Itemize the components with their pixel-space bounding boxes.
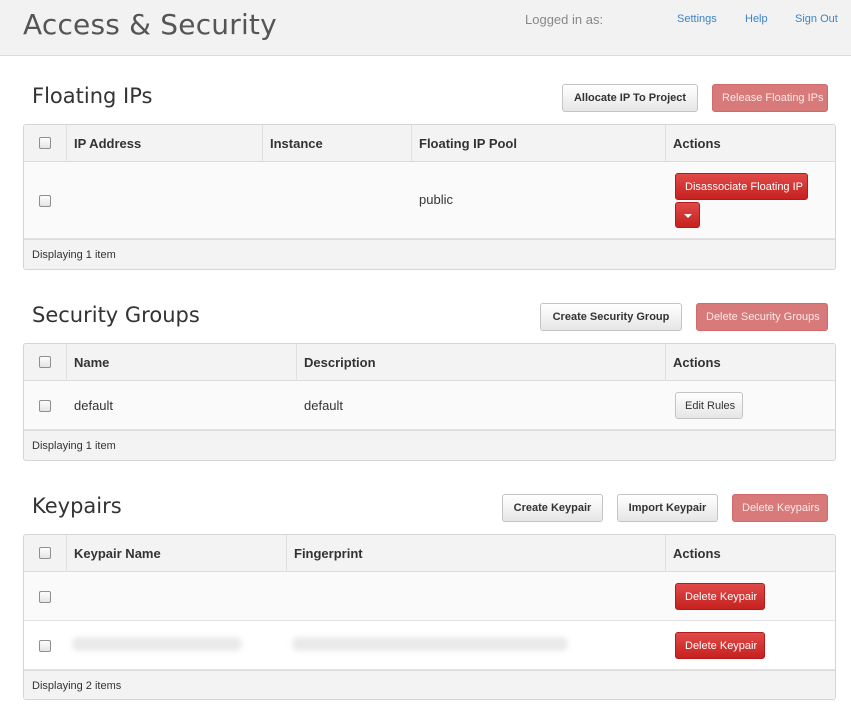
settings-link[interactable]: Settings	[677, 13, 717, 25]
caret-down-icon	[683, 214, 692, 218]
action-dropdown-toggle[interactable]	[675, 202, 700, 228]
allocate-ip-button[interactable]: Allocate IP To Project	[562, 84, 698, 112]
floating-ips-section: Floating IPs Allocate IP To Project Rele…	[23, 84, 836, 270]
disassociate-floating-ip-button[interactable]: Disassociate Floating IP	[675, 173, 808, 200]
page-title: Access & Security	[23, 8, 277, 41]
edit-rules-button[interactable]: Edit Rules	[675, 392, 743, 419]
delete-keypair-button[interactable]: Delete Keypair	[675, 632, 765, 659]
table-row: Delete Keypair	[24, 621, 835, 670]
row-checkbox[interactable]	[39, 400, 51, 412]
table-row: default default Edit Rules	[24, 381, 835, 430]
table-footer: Displaying 1 item	[24, 430, 835, 460]
table-header: Keypair Name Fingerprint Actions	[24, 535, 835, 572]
security-group-name: default	[74, 398, 114, 413]
column-instance[interactable]: Instance	[262, 125, 323, 162]
select-all-checkbox[interactable]	[39, 356, 51, 368]
security-groups-section: Security Groups Create Security Group De…	[23, 303, 836, 461]
select-all-checkbox[interactable]	[39, 137, 51, 149]
top-bar: Access & Security Logged in as: Settings…	[0, 0, 851, 56]
floating-ips-title: Floating IPs	[32, 84, 153, 108]
table-footer: Displaying 1 item	[24, 239, 835, 269]
create-keypair-button[interactable]: Create Keypair	[502, 494, 603, 522]
table-header: Name Description Actions	[24, 344, 835, 381]
security-groups-title: Security Groups	[32, 303, 200, 327]
keypairs-section: Keypairs Create Keypair Import Keypair D…	[23, 494, 836, 700]
column-description[interactable]: Description	[296, 344, 376, 381]
import-keypair-button[interactable]: Import Keypair	[617, 494, 718, 522]
table-row: Delete Keypair	[24, 572, 835, 621]
row-checkbox[interactable]	[39, 591, 51, 603]
delete-security-groups-button[interactable]: Delete Security Groups	[696, 303, 828, 331]
column-actions: Actions	[673, 546, 721, 561]
column-actions: Actions	[673, 355, 721, 370]
redacted-fingerprint	[292, 637, 568, 651]
column-name[interactable]: Name	[66, 344, 109, 381]
security-group-description: default	[304, 398, 344, 413]
table-header: IP Address Instance Floating IP Pool Act…	[24, 125, 835, 162]
help-link[interactable]: Help	[745, 13, 768, 25]
logged-in-label: Logged in as:	[525, 12, 604, 27]
table-footer: Displaying 2 items	[24, 670, 835, 699]
row-checkbox[interactable]	[39, 195, 51, 207]
keypairs-table: Keypair Name Fingerprint Actions Delete …	[23, 534, 836, 700]
delete-keypairs-button[interactable]: Delete Keypairs	[732, 494, 828, 522]
keypairs-title: Keypairs	[32, 494, 122, 518]
pool-cell: public	[419, 192, 453, 207]
floating-ips-table: IP Address Instance Floating IP Pool Act…	[23, 124, 836, 270]
delete-keypair-button[interactable]: Delete Keypair	[675, 583, 765, 610]
column-ip-address[interactable]: IP Address	[66, 125, 141, 162]
release-floating-ips-button[interactable]: Release Floating IPs	[712, 84, 828, 112]
redacted-keypair-name	[72, 637, 242, 651]
column-actions: Actions	[673, 136, 721, 151]
sign-out-link[interactable]: Sign Out	[795, 13, 838, 25]
column-fingerprint[interactable]: Fingerprint	[286, 535, 363, 572]
select-all-checkbox[interactable]	[39, 547, 51, 559]
create-security-group-button[interactable]: Create Security Group	[540, 303, 682, 331]
table-row: public Disassociate Floating IP	[24, 162, 835, 239]
row-checkbox[interactable]	[39, 640, 51, 652]
column-floating-ip-pool[interactable]: Floating IP Pool	[411, 125, 517, 162]
security-groups-table: Name Description Actions default default…	[23, 343, 836, 461]
column-keypair-name[interactable]: Keypair Name	[66, 535, 161, 572]
